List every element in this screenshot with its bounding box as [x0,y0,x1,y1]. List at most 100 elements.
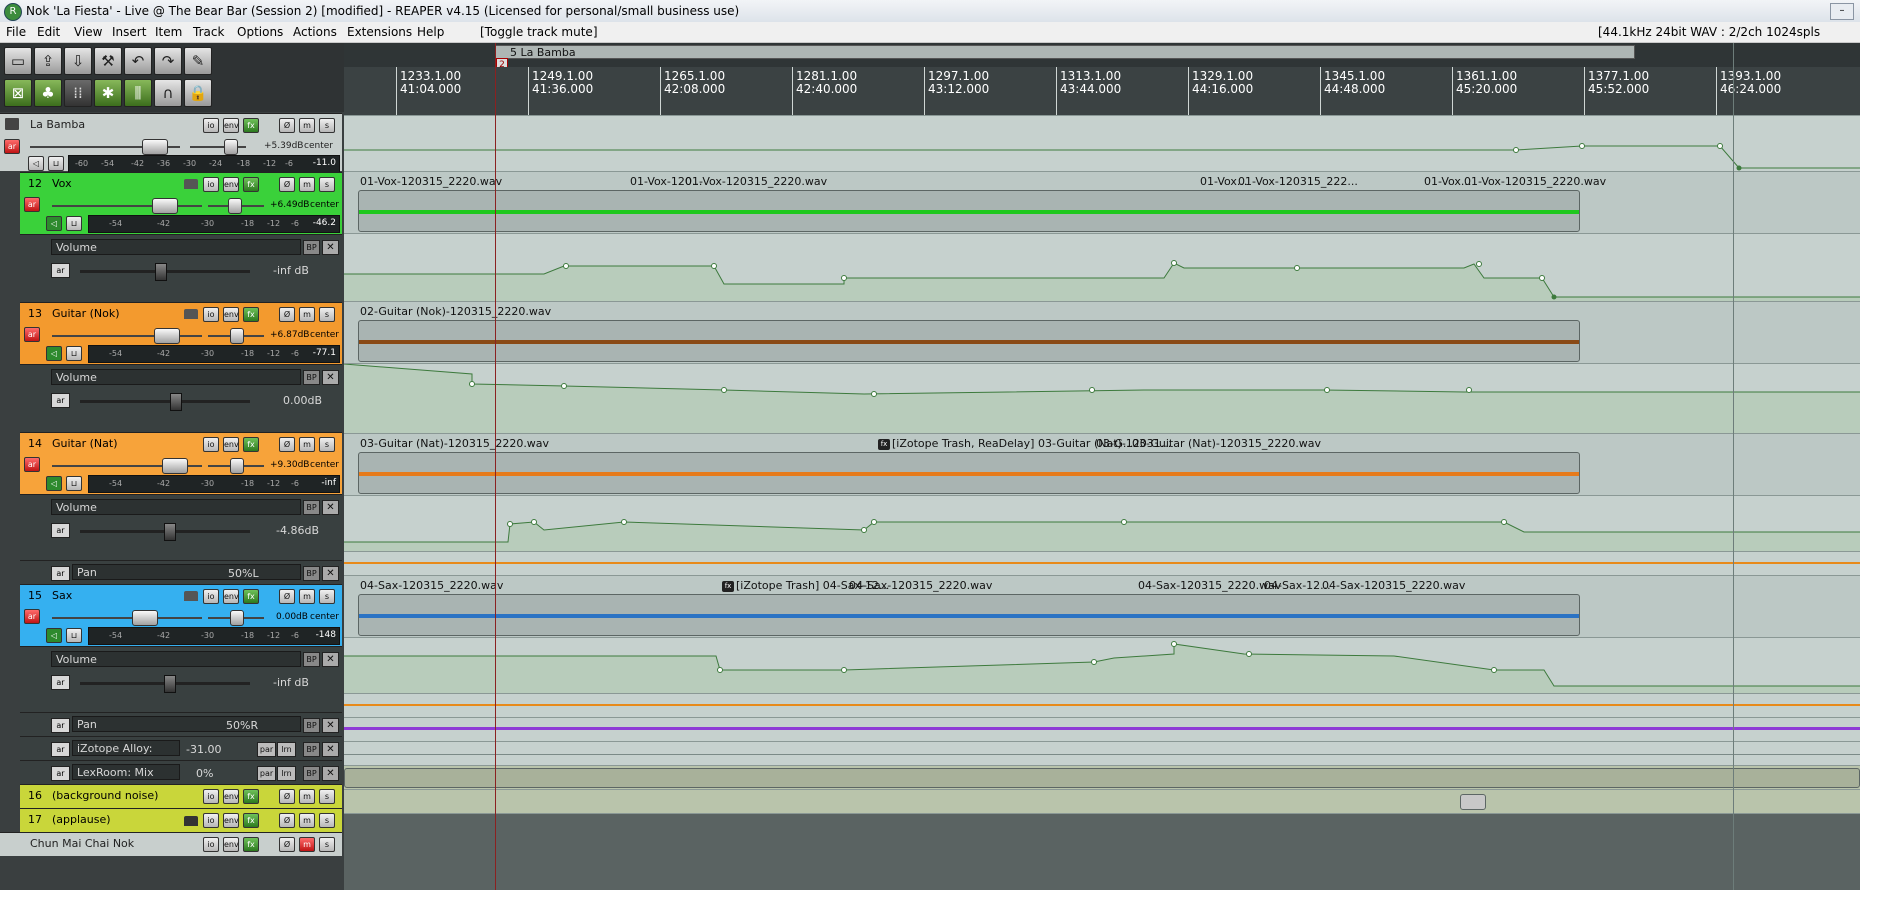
env-button[interactable]: env [223,437,239,452]
close-envelope-icon[interactable]: ✕ [322,718,339,733]
volume-fader-knob[interactable] [142,139,168,155]
pan-fader-knob[interactable] [228,198,242,214]
lane-env-sax-alloy[interactable] [344,717,1860,741]
media-item-vox[interactable] [358,190,1580,232]
io-button[interactable]: io [203,307,219,322]
record-arm-button[interactable]: ar [24,327,40,342]
media-item-sax[interactable] [358,594,1580,636]
pan-envelope-line[interactable] [344,704,1860,706]
close-envelope-icon[interactable]: ✕ [322,500,339,515]
envelope-name[interactable]: Pan [72,564,301,580]
menu-item[interactable]: Item [155,22,182,42]
solo-button[interactable]: s [319,813,335,828]
media-item-guitar-nat[interactable] [358,452,1580,494]
track-name[interactable]: Sax [52,589,72,602]
volume-fader-knob[interactable] [162,458,188,474]
input-button[interactable]: ⊔ [66,476,82,491]
envelope-name[interactable]: iZotope Alloy: DYN1: [72,740,180,771]
lane-env-sax-volume[interactable] [344,637,1860,694]
folder-end-icon[interactable] [184,816,198,826]
phase-button[interactable]: Ø [279,837,295,852]
record-arm-button[interactable]: ar [24,609,40,624]
tcp-track-background-noise[interactable]: 16 (background noise) io env fx Ø m s [20,784,342,808]
bypass-button[interactable]: BP [303,718,320,733]
solo-button[interactable]: s [319,789,335,804]
mute-button[interactable]: m [299,837,315,852]
mute-button[interactable]: m [299,813,315,828]
media-item-guitar-nok[interactable] [358,320,1580,362]
vox-volume-envelope[interactable] [344,234,1860,302]
env-button[interactable]: env [223,177,239,192]
lane-track-guitar-nat[interactable]: 03-Guitar (Nat)-120315_2220.wav fx [iZoto… [344,433,1860,495]
io-button[interactable]: io [203,813,219,828]
arrange-view[interactable]: 5 La Bamba 2 1233.1.00 41:04.000 1249.1.… [344,43,1860,890]
tcp-folder-la-bamba[interactable]: La Bamba io env fx Ø m s ar +5.39dB cent… [0,113,342,173]
guitar-nat-volume-envelope[interactable] [344,496,1860,552]
io-button[interactable]: io [203,837,219,852]
env-button[interactable]: env [223,813,239,828]
folder-envelope[interactable] [344,116,1860,172]
input-button[interactable]: ⊔ [66,628,82,643]
menu-edit[interactable]: Edit [37,22,60,42]
envelope-arm-button[interactable]: ar [51,523,70,538]
record-arm-button[interactable]: ar [24,197,40,212]
envelope-name[interactable]: Pan [72,716,301,732]
fx-button[interactable]: fx [243,118,259,133]
envelope-arm-button[interactable]: ar [51,718,70,733]
fx-button[interactable]: fx [243,837,259,852]
lane-empty[interactable] [344,813,1860,890]
env-button[interactable]: env [223,118,239,133]
folder-state-icon[interactable] [184,309,198,319]
bypass-button[interactable]: BP [303,652,320,667]
lane-folder-la-bamba[interactable] [344,115,1860,171]
pan-fader-knob[interactable] [230,458,244,474]
solo-button[interactable]: s [319,437,335,452]
tcp-track-guitar-nok[interactable]: 13 Guitar (Nok) io env fx Ø m s ar +6.87… [20,302,342,364]
io-button[interactable]: io [203,177,219,192]
record-arm-button[interactable]: ar [4,139,20,154]
mute-button[interactable]: m [299,118,315,133]
volume-fader-track[interactable] [52,617,202,619]
monitor-button[interactable]: ◁ [46,216,62,231]
solo-button[interactable]: s [319,177,335,192]
param-button[interactable]: par [257,766,276,781]
solo-button[interactable]: s [319,589,335,604]
env-button[interactable]: env [223,789,239,804]
menu-help[interactable]: Help [417,22,444,42]
track-name[interactable]: Guitar (Nat) [52,437,118,450]
track-name[interactable]: (applause) [52,813,111,826]
monitor-button[interactable]: ⊔ [48,156,64,171]
envelope-name[interactable]: Volume [51,239,301,255]
envelope-slider-knob[interactable] [170,393,182,411]
fx-button[interactable]: fx [243,177,259,192]
envelope-lock-icon[interactable]: ⫼ [124,79,152,107]
pan-fader-knob[interactable] [224,139,238,155]
guitar-nok-volume-envelope[interactable] [344,364,1860,434]
open-project-icon[interactable]: ⇪ [34,47,62,75]
track-name[interactable]: Vox [52,177,72,190]
io-button[interactable]: io [203,437,219,452]
envelope-name[interactable]: Volume [51,369,301,385]
grid-icon[interactable]: ⊠ [4,79,32,107]
media-item-background-noise[interactable] [344,768,1860,788]
phase-invert-button[interactable]: ◁ [28,156,44,171]
volume-fader-knob[interactable] [132,610,158,626]
bypass-button[interactable]: BP [303,566,320,581]
snap-icon[interactable]: ♣ [34,79,62,107]
undo-icon[interactable]: ↶ [124,47,152,75]
envelope-arm-button[interactable]: ar [51,766,70,781]
media-item-applause[interactable] [1460,794,1486,810]
envelope-name[interactable]: Volume [51,651,301,667]
lane-env-vox-volume[interactable] [344,233,1860,302]
reaper-app-icon[interactable]: R [4,3,22,21]
learn-button[interactable]: lrn [277,766,296,781]
lane-track-background-noise[interactable] [344,765,1860,789]
io-button[interactable]: io [203,589,219,604]
pan-fader-knob[interactable] [230,610,244,626]
menu-extensions[interactable]: Extensions [347,22,412,42]
tcp-track-vox[interactable]: 12 Vox io env fx Ø m s ar +6.49dB center… [20,172,342,234]
envelope-name[interactable]: LexRoom: Mix [72,764,180,780]
redo-icon[interactable]: ↷ [154,47,182,75]
menu-options[interactable]: Options [237,22,283,42]
lane-env-guitar-nat-pan[interactable] [344,551,1860,575]
